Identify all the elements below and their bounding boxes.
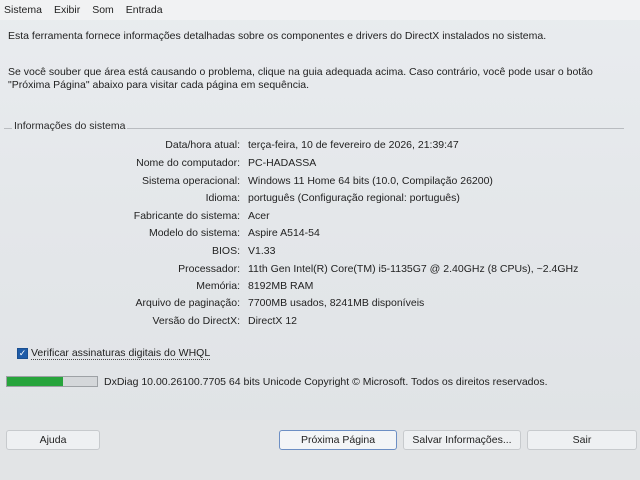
info-row-processor: Processador: 11th Gen Intel(R) Core(TM) … (4, 263, 624, 277)
info-label: Modelo do sistema: (148, 227, 240, 239)
info-row-directx: Versão do DirectX: DirectX 12 (4, 315, 624, 329)
next-page-button[interactable]: Próxima Página (279, 430, 397, 450)
info-row-memory: Memória: 8192MB RAM (4, 280, 624, 294)
intro-description: Esta ferramenta fornece informações deta… (8, 30, 547, 42)
progress-bar (6, 376, 98, 387)
info-label: Processador: (178, 263, 240, 275)
system-info-group-title: Informações do sistema (12, 120, 128, 132)
save-info-button-label: Salvar Informações... (412, 434, 512, 446)
info-label: BIOS: (211, 245, 240, 257)
info-value: 8192MB RAM (248, 280, 314, 292)
info-label: Arquivo de paginação: (135, 297, 241, 309)
info-label: Data/hora atual: (165, 139, 240, 151)
info-row-os: Sistema operacional: Windows 11 Home 64 … (4, 175, 624, 189)
whql-label[interactable]: Verificar assinaturas digitais do WHQL (31, 347, 211, 360)
menu-entrada[interactable]: Entrada (126, 4, 163, 16)
info-row-pagefile: Arquivo de paginação: 7700MB usados, 824… (4, 297, 624, 311)
progress-fill (7, 377, 63, 386)
info-value: terça-feira, 10 de fevereiro de 2026, 21… (248, 139, 459, 151)
info-value: V1.33 (248, 245, 276, 257)
info-label: Fabricante do sistema: (133, 210, 240, 222)
checkmark-icon: ✓ (18, 347, 27, 358)
info-label: Nome do computador: (136, 157, 240, 169)
info-row-bios: BIOS: V1.33 (4, 245, 624, 259)
menu-exibir[interactable]: Exibir (54, 4, 80, 16)
help-button-label: Ajuda (39, 434, 67, 446)
info-row-model: Modelo do sistema: Aspire A514-54 (4, 227, 624, 241)
info-row-computer-name: Nome do computador: PC-HADASSA (4, 157, 624, 171)
info-label: Versão do DirectX: (152, 315, 240, 327)
info-row-language: Idioma: português (Configuração regional… (4, 192, 624, 206)
info-label: Sistema operacional: (141, 175, 240, 187)
save-info-button[interactable]: Salvar Informações... (403, 430, 521, 450)
whql-checkbox-row[interactable]: ✓ Verificar assinaturas digitais do WHQL (17, 346, 211, 360)
menu-bar: Sistema Exibir Som Entrada (0, 0, 640, 20)
menu-sistema[interactable]: Sistema (4, 4, 42, 16)
info-value: Aspire A514-54 (248, 227, 320, 239)
status-text: DxDiag 10.00.26100.7705 64 bits Unicode … (104, 376, 548, 388)
info-label: Memória: (196, 280, 240, 292)
info-value: português (Configuração regional: portug… (248, 192, 460, 204)
info-label: Idioma: (205, 192, 240, 204)
menu-som[interactable]: Som (92, 4, 114, 16)
intro-instructions: Se você souber que área está causando o … (8, 66, 593, 91)
system-info-group: Data/hora atual: terça-feira, 10 de feve… (4, 128, 624, 338)
info-row-datetime: Data/hora atual: terça-feira, 10 de feve… (4, 139, 624, 153)
info-value: 7700MB usados, 8241MB disponíveis (248, 297, 425, 309)
info-value: Windows 11 Home 64 bits (10.0, Compilaçã… (248, 175, 493, 187)
exit-button-label: Sair (572, 434, 592, 446)
info-row-manufacturer: Fabricante do sistema: Acer (4, 210, 624, 224)
info-value: PC-HADASSA (248, 157, 317, 169)
info-value: 11th Gen Intel(R) Core(TM) i5-1135G7 @ 2… (248, 263, 579, 275)
info-value: Acer (248, 210, 270, 222)
exit-button[interactable]: Sair (527, 430, 637, 450)
button-bar (0, 420, 640, 480)
help-button[interactable]: Ajuda (6, 430, 100, 450)
whql-checkbox[interactable]: ✓ (17, 347, 28, 359)
next-page-button-label: Próxima Página (300, 434, 376, 446)
info-value: DirectX 12 (248, 315, 298, 327)
